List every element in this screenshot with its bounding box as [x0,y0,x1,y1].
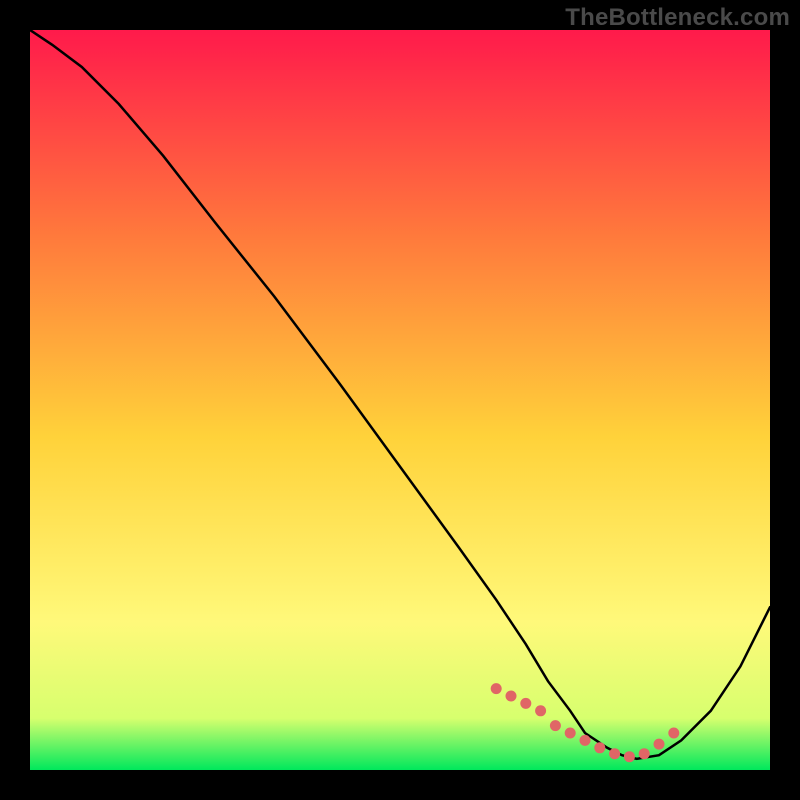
gradient-background [30,30,770,770]
marker-dot [609,748,620,759]
marker-dot [639,748,650,759]
marker-dot [624,751,635,762]
marker-dot [580,735,591,746]
marker-dot [535,705,546,716]
marker-dot [668,728,679,739]
plot-area [30,30,770,770]
marker-dot [654,739,665,750]
marker-dot [506,691,517,702]
chart-svg [30,30,770,770]
marker-dot [550,720,561,731]
marker-dot [565,728,576,739]
marker-dot [594,742,605,753]
marker-dot [520,698,531,709]
watermark-text: TheBottleneck.com [565,4,790,32]
marker-dot [491,683,502,694]
chart-frame: TheBottleneck.com [0,0,800,800]
